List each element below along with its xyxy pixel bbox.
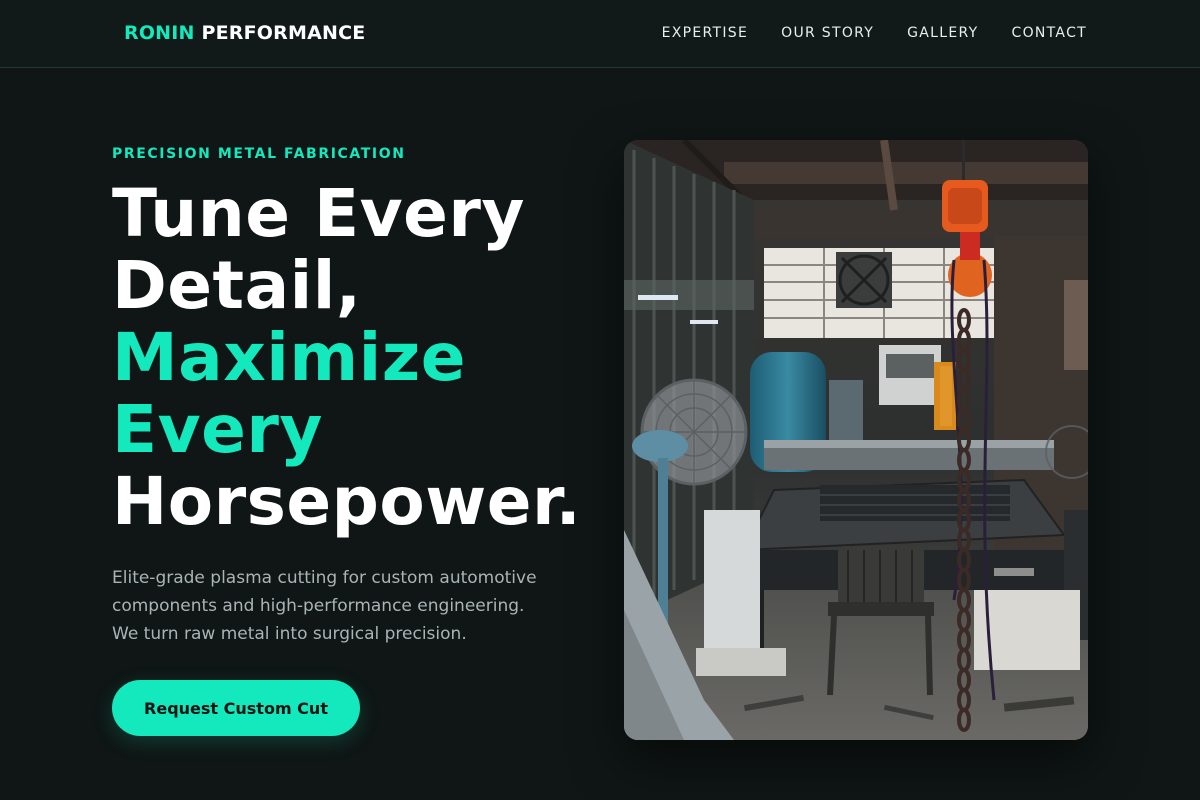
nav-link-contact[interactable]: CONTACT (1012, 25, 1088, 41)
nav-link-our-story[interactable]: OUR STORY (781, 25, 874, 41)
headline-line-5: Horsepower. (112, 463, 582, 540)
headline-line-1: Tune Every (112, 175, 525, 252)
brand-logo[interactable]: RONIN PERFORMANCE (124, 22, 365, 44)
hero-headline: Tune Every Detail, Maximize Every Horsep… (112, 178, 632, 538)
request-custom-cut-button[interactable]: Request Custom Cut (112, 680, 360, 736)
top-navigation: RONIN PERFORMANCE EXPERTISE OUR STORY GA… (0, 0, 1200, 68)
headline-line-2: Detail, (112, 247, 362, 324)
brand-name-accent: RONIN (124, 22, 195, 44)
brand-name-rest: PERFORMANCE (201, 22, 366, 44)
nav-links: EXPERTISE OUR STORY GALLERY CONTACT (662, 25, 1087, 41)
hero-eyebrow: PRECISION METAL FABRICATION (112, 146, 406, 162)
nav-link-expertise[interactable]: EXPERTISE (662, 25, 749, 41)
nav-link-gallery[interactable]: GALLERY (907, 25, 978, 41)
headline-line-3: Maximize (112, 319, 466, 396)
hero-description: Elite-grade plasma cutting for custom au… (112, 564, 582, 648)
headline-line-4: Every (112, 391, 323, 468)
description-line-3: We turn raw metal into surgical precisio… (112, 624, 467, 644)
description-line-1: Elite-grade plasma cutting for custom au… (112, 568, 537, 588)
description-line-2: components and high-performance engineer… (112, 596, 525, 616)
workshop-photo (624, 140, 1088, 740)
